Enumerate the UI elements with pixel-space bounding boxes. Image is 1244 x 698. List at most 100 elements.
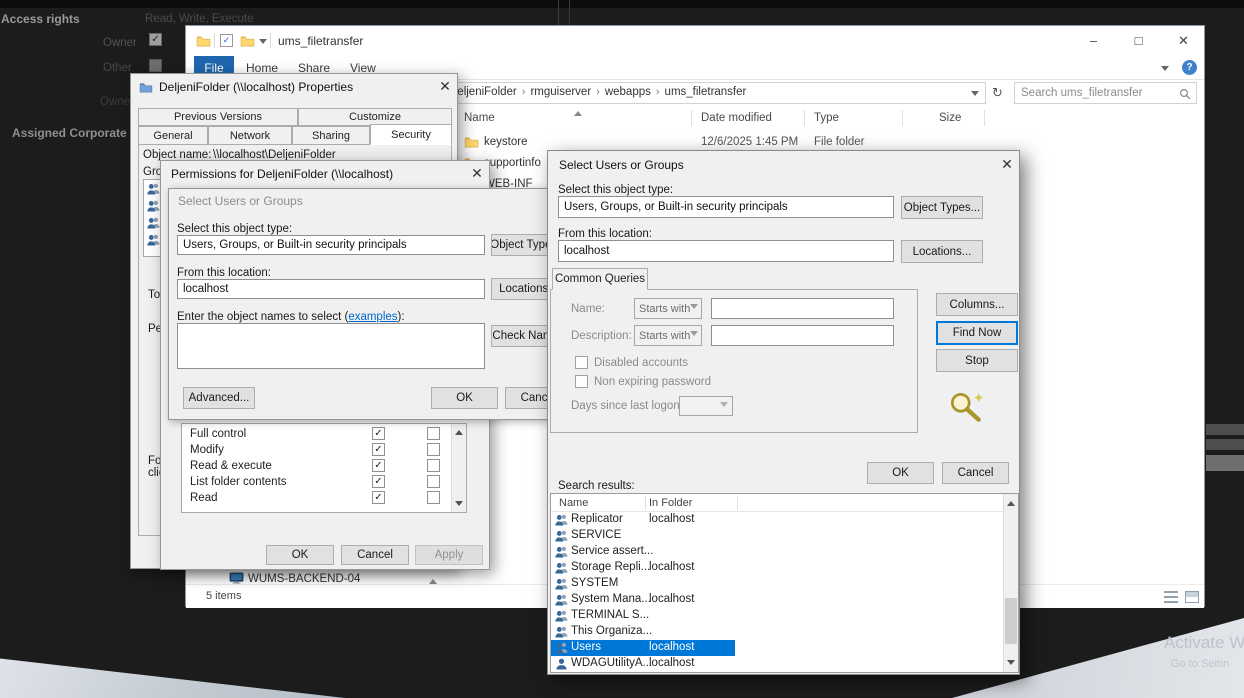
folder-icon[interactable] [240,34,255,52]
allow-checkbox[interactable]: ✓ [372,427,385,440]
results-column-name[interactable]: Name [559,497,588,509]
object-names-input[interactable] [177,323,485,369]
column-header-type[interactable]: Type [814,112,839,124]
deny-checkbox[interactable] [427,427,440,440]
deny-checkbox[interactable] [427,443,440,456]
advanced-button[interactable]: Advanced... [183,387,255,409]
name-input[interactable] [711,298,894,319]
name-operator-dropdown[interactable]: Starts with [634,298,702,319]
column-header-size[interactable]: Size [939,112,961,124]
background-bar [1206,439,1244,450]
breadcrumb-item[interactable]: rmguiserver [530,86,591,98]
search-result-row[interactable]: SERVICE [551,528,1003,544]
breadcrumb-item[interactable]: DeljeniFolder [449,86,517,98]
search-results-list[interactable]: Name In Folder ReplicatorlocalhostSERVIC… [550,493,1019,673]
quick-access-dropdown-icon[interactable] [259,39,267,48]
shared-folder-icon [139,80,153,98]
allow-checkbox[interactable]: ✓ [372,459,385,472]
scrollbar[interactable] [451,424,466,512]
allow-checkbox[interactable]: ✓ [372,443,385,456]
scroll-down-icon[interactable] [1004,660,1018,669]
find-now-button[interactable]: Find Now [936,321,1018,345]
locations-button[interactable]: Locations... [901,240,983,263]
object-type-label: Select this object type: [177,223,292,235]
deny-checkbox[interactable] [427,475,440,488]
permissions-list[interactable]: Full control✓Modify✓Read & execute✓List … [181,423,467,513]
permission-name: List folder contents [190,476,287,488]
ok-button[interactable]: OK [266,545,334,565]
cancel-button[interactable]: Cancel [341,545,409,565]
search-result-row[interactable]: Replicatorlocalhost [551,512,1003,528]
examples-link[interactable]: examples [348,311,397,323]
help-icon[interactable]: ? [1182,60,1197,75]
scrollbar-thumb[interactable] [1005,598,1017,644]
close-icon[interactable]: ✕ [463,161,491,185]
cancel-button[interactable]: Cancel [942,462,1009,484]
refresh-icon[interactable]: ↻ [992,85,1003,101]
scroll-up-icon[interactable] [452,426,466,435]
search-result-row[interactable]: Storage Repli...localhost [551,560,1003,576]
search-result-row[interactable]: SYSTEM [551,576,1003,592]
assigned-corporate-label: Assigned Corporate I [12,126,133,140]
tab-sharing[interactable]: Sharing [292,126,370,145]
search-icon[interactable] [1179,87,1191,105]
search-result-row[interactable]: This Organiza... [551,624,1003,640]
search-result-row[interactable]: Userslocalhost [551,640,1003,656]
scrollbar[interactable] [1003,494,1018,672]
results-column-folder[interactable]: In Folder [649,497,692,509]
scroll-down-icon[interactable] [452,501,466,510]
search-result-row[interactable]: Service assert... [551,544,1003,560]
disabled-accounts-checkbox[interactable] [575,356,588,369]
column-header-date[interactable]: Date modified [701,112,772,124]
column-header-name[interactable]: Name [464,112,495,124]
apply-button[interactable]: Apply [415,545,483,565]
tab-previous-versions[interactable]: Previous Versions [138,108,298,126]
tab-general[interactable]: General [138,126,208,145]
non-expiring-password-checkbox[interactable] [575,375,588,388]
breadcrumb-item[interactable]: webapps [605,86,651,98]
owner-checkbox[interactable]: ✓ [149,33,162,46]
details-view-icon[interactable] [1164,591,1178,603]
search-result-row[interactable]: WDAGUtilityA...localhost [551,656,1003,672]
close-icon[interactable]: ✕ [431,74,459,98]
close-button[interactable]: ✕ [1161,26,1206,55]
minimize-button[interactable]: – [1071,26,1116,55]
allow-checkbox[interactable]: ✓ [372,475,385,488]
stop-button[interactable]: Stop [936,349,1018,372]
breadcrumb-item[interactable]: ums_filetransfer [665,86,747,98]
owner-label-dim: Owner [100,96,134,108]
columns-button[interactable]: Columns... [936,293,1018,316]
file-name: supportinfo [484,157,541,169]
thumbnail-view-icon[interactable] [1185,591,1199,603]
close-icon[interactable]: ✕ [993,151,1021,177]
description-operator-dropdown[interactable]: Starts with [634,325,702,346]
result-name: TERMINAL S... [571,609,649,621]
object-types-button[interactable]: Object Types... [901,196,983,219]
search-result-row[interactable]: System Mana...localhost [551,592,1003,608]
search-placeholder: Search ums_filetransfer [1021,87,1142,99]
result-name: Users [571,641,601,653]
group-icon [147,216,160,234]
days-dropdown[interactable] [679,396,733,416]
collapse-chevron-icon[interactable] [429,575,437,584]
search-magnifier-icon [946,389,986,430]
allow-checkbox[interactable]: ✓ [372,491,385,504]
deny-checkbox[interactable] [427,491,440,504]
desktop-wallpaper-left [0,640,345,698]
maximize-button[interactable]: □ [1116,26,1161,55]
address-dropdown-icon[interactable] [971,91,979,100]
search-result-row[interactable]: TERMINAL S... [551,608,1003,624]
activate-watermark-line1: Activate W [1164,633,1244,653]
ok-button[interactable]: OK [431,387,498,409]
deny-checkbox[interactable] [427,459,440,472]
expand-ribbon-icon[interactable] [1161,66,1169,75]
description-input[interactable] [711,325,894,346]
scroll-up-icon[interactable] [1004,497,1018,506]
tab-network[interactable]: Network [208,126,292,145]
quick-access-check-icon[interactable]: ✓ [220,34,233,47]
tab-security[interactable]: Security [370,124,452,145]
ok-button[interactable]: OK [867,462,934,484]
tab-common-queries[interactable]: Common Queries [552,268,648,290]
other-checkbox[interactable] [149,59,162,72]
search-box[interactable]: Search ums_filetransfer [1014,82,1197,104]
